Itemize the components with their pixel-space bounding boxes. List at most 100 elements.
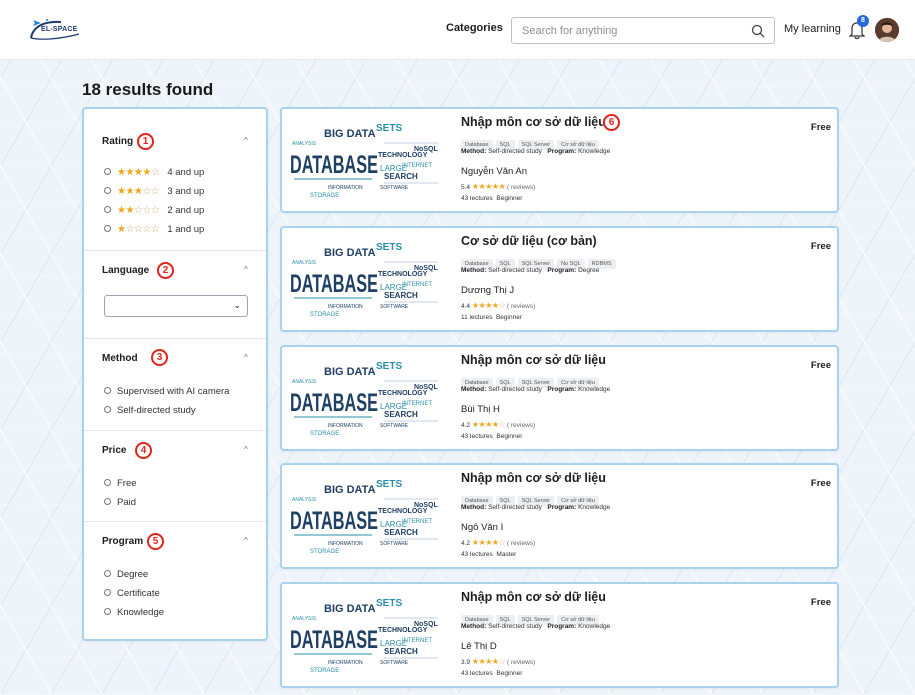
database-wordcloud-thumbnail: DATABASE BIG DATA SETS TECHNOLOGY INTERN… <box>288 471 444 561</box>
chevron-up-icon[interactable]: ^ <box>244 265 248 274</box>
radio-icon[interactable] <box>104 570 111 577</box>
program-option-label: Degree <box>117 569 149 580</box>
radio-icon[interactable] <box>104 387 111 394</box>
language-select[interactable]: ⌄ <box>104 295 248 317</box>
course-card-2[interactable]: DATABASE BIG DATA SETS TECHNOLOGY INTERN… <box>280 226 839 332</box>
program-option-certificate[interactable]: Certificate <box>104 588 160 599</box>
reviews-count: ( reviews) <box>507 540 536 547</box>
program-option-knowledge[interactable]: Knowledge <box>104 607 164 618</box>
results-count: 18 results found <box>82 80 214 99</box>
program-value: Degree <box>578 267 600 274</box>
chevron-up-icon[interactable]: ^ <box>244 353 248 362</box>
radio-icon[interactable] <box>104 168 111 175</box>
rating-filter-title: Rating <box>102 136 134 147</box>
svg-text:DATABASE: DATABASE <box>290 151 378 179</box>
method-label: Method: <box>461 148 487 155</box>
reviews-count: ( reviews) <box>507 303 536 310</box>
top-navbar: EL-SPACE Categories My learning 8 <box>0 0 915 60</box>
svg-text:ANALYSIS: ANALYSIS <box>292 260 317 266</box>
method-option-label: Supervised with AI camera <box>117 386 230 397</box>
database-wordcloud-thumbnail: DATABASE BIG DATA SETS TECHNOLOGY INTERN… <box>288 234 444 324</box>
course-title[interactable]: Cơ sở dữ liệu (cơ bản) <box>461 234 597 248</box>
svg-text:INFORMATION: INFORMATION <box>328 304 363 310</box>
svg-text:TECHNOLOGY: TECHNOLOGY <box>378 508 428 515</box>
my-learning-link[interactable]: My learning <box>784 23 841 35</box>
radio-icon[interactable] <box>104 589 111 596</box>
radio-icon[interactable] <box>104 479 111 486</box>
price-option-label: Paid <box>117 497 137 508</box>
radio-icon[interactable] <box>104 608 111 615</box>
chevron-up-icon[interactable]: ^ <box>244 536 248 545</box>
svg-text:INFORMATION: INFORMATION <box>328 185 363 191</box>
program-option-degree[interactable]: Degree <box>104 569 148 580</box>
rating-value: 4.2 <box>461 422 471 429</box>
search-input[interactable] <box>522 23 742 39</box>
svg-text:INFORMATION: INFORMATION <box>328 541 363 547</box>
method-value: Self-directed study <box>488 623 542 630</box>
course-title[interactable]: Nhập môn cơ sở dữ liệu <box>461 590 606 604</box>
course-card-3[interactable]: DATABASE BIG DATA SETS TECHNOLOGY INTERN… <box>280 345 839 451</box>
program-value: Knowledge <box>578 148 611 155</box>
star-icons: ★★★★☆ <box>471 657 506 666</box>
radio-icon[interactable] <box>104 406 111 413</box>
reviews-count: ( reviews) <box>507 659 536 666</box>
rating-option-1[interactable]: ★☆☆☆☆ 1 and up <box>104 224 204 235</box>
chevron-up-icon[interactable]: ^ <box>244 136 248 145</box>
rating-option-2[interactable]: ★★☆☆☆ 2 and up <box>104 205 204 216</box>
course-title[interactable]: Nhập môn cơ sở dữ liệu <box>461 115 606 129</box>
radio-icon[interactable] <box>104 498 111 505</box>
categories-menu[interactable]: Categories <box>446 22 503 34</box>
method-option-supervised[interactable]: Supervised with AI camera <box>104 386 229 397</box>
rating-stars-2: ★★☆☆☆ <box>117 205 160 216</box>
svg-text:STORAGE: STORAGE <box>310 431 339 437</box>
chevron-down-icon[interactable]: ⌄ <box>233 300 241 311</box>
search-bar[interactable] <box>511 17 775 44</box>
svg-text:STORAGE: STORAGE <box>310 193 339 199</box>
method-option-self-directed[interactable]: Self-directed study <box>104 405 196 416</box>
price-option-paid[interactable]: Paid <box>104 497 136 508</box>
svg-text:TECHNOLOGY: TECHNOLOGY <box>378 271 428 278</box>
lectures-count: 43 lectures <box>461 670 493 677</box>
search-icon[interactable] <box>751 24 765 38</box>
el-space-logo[interactable]: EL-SPACE <box>27 16 83 44</box>
rating-option-3[interactable]: ★★★☆☆ 3 and up <box>104 186 204 197</box>
course-title[interactable]: Nhập môn cơ sở dữ liệu <box>461 353 606 367</box>
course-price: Free <box>810 597 831 608</box>
rating-filter-section: Rating 1 ^ ★★★★☆ 4 and up ★★★☆☆ 3 and up ★… <box>84 109 266 251</box>
course-title[interactable]: Nhập môn cơ sở dữ liệu <box>461 471 606 485</box>
method-value: Self-directed study <box>488 267 542 274</box>
reviews-count: ( reviews) <box>507 184 536 191</box>
rating-option-4[interactable]: ★★★★☆ 4 and up <box>104 167 204 178</box>
lectures-count: 43 lectures <box>461 551 493 558</box>
database-wordcloud-thumbnail: DATABASE BIG DATA SETS TECHNOLOGY INTERN… <box>288 353 444 443</box>
radio-icon[interactable] <box>104 187 111 194</box>
chevron-up-icon[interactable]: ^ <box>244 445 248 454</box>
star-icons: ★★★★☆ <box>471 420 506 429</box>
course-card-1[interactable]: DATABASE BIG DATA SETS TECHNOLOGY INTERN… <box>280 107 839 213</box>
avatar[interactable] <box>875 18 899 42</box>
course-instructor: Ngô Văn I <box>461 522 504 533</box>
rating-option-label: 3 and up <box>167 186 205 197</box>
radio-icon[interactable] <box>104 225 111 232</box>
course-level: Master <box>496 551 517 558</box>
price-filter-section: Price 4 ^ Free Paid <box>84 431 266 522</box>
user-avatar-image <box>875 18 899 42</box>
svg-text:DATABASE: DATABASE <box>290 507 378 535</box>
course-card-5[interactable]: DATABASE BIG DATA SETS TECHNOLOGY INTERN… <box>280 582 839 688</box>
database-wordcloud-thumbnail: DATABASE BIG DATA SETS TECHNOLOGY INTERN… <box>288 590 444 680</box>
price-filter-title: Price <box>102 445 127 456</box>
course-lectures: 43 lectures Beginner <box>461 670 522 677</box>
annotation-marker-2: 2 <box>157 262 174 279</box>
svg-text:LARGE: LARGE <box>380 283 407 292</box>
price-option-free[interactable]: Free <box>104 478 137 489</box>
svg-text:SOFTWARE: SOFTWARE <box>380 185 409 191</box>
svg-text:SETS: SETS <box>376 361 402 372</box>
reviews-count: ( reviews) <box>507 422 536 429</box>
rating-value: 4.2 <box>461 540 471 547</box>
svg-text:SOFTWARE: SOFTWARE <box>380 423 409 429</box>
course-card-4[interactable]: DATABASE BIG DATA SETS TECHNOLOGY INTERN… <box>280 463 839 569</box>
rating-value: 5.4 <box>461 184 471 191</box>
annotation-marker-4: 4 <box>135 442 152 459</box>
radio-icon[interactable] <box>104 206 111 213</box>
svg-text:SEARCH: SEARCH <box>384 291 418 300</box>
